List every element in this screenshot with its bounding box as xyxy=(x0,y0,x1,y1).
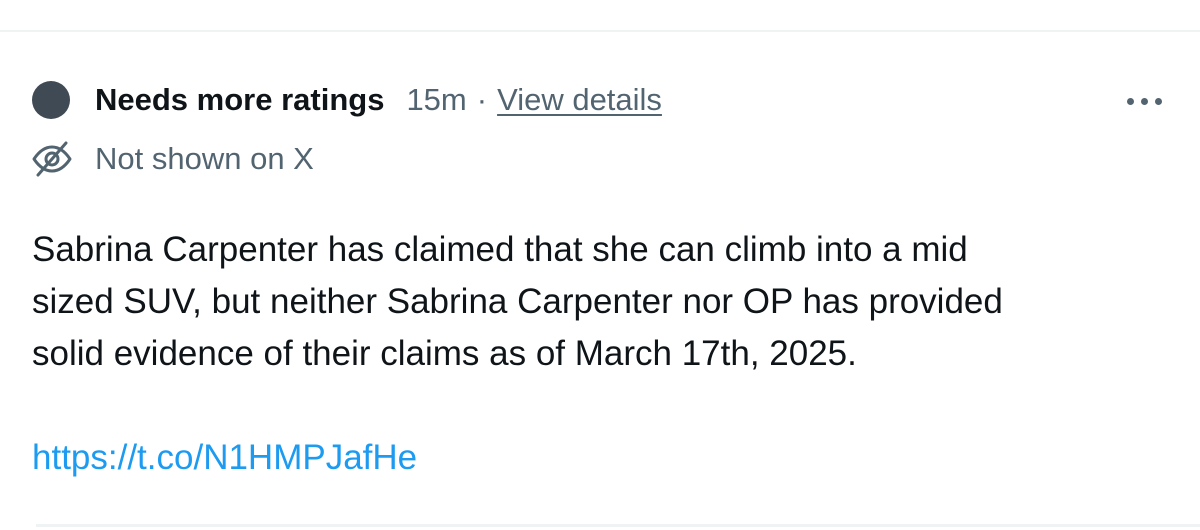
note-text-line: sized SUV, but neither Sabrina Carpenter… xyxy=(32,282,1003,321)
view-details-link[interactable]: View details xyxy=(497,82,662,118)
rating-status: Needs more ratings xyxy=(95,82,385,117)
source-link[interactable]: https://t.co/N1HMPJafHe xyxy=(32,432,417,484)
note-body: Sabrina Carpenter has claimed that she c… xyxy=(32,224,1172,380)
more-dot xyxy=(1126,97,1134,105)
timestamp: 15m xyxy=(406,82,467,117)
eye-slash-icon xyxy=(32,141,72,177)
more-options-button[interactable] xyxy=(1118,88,1170,114)
status-dot-icon xyxy=(32,81,70,119)
bottom-divider xyxy=(36,524,1200,527)
note-header: Needs more ratings 15m · View details xyxy=(95,80,662,120)
note-text-line: solid evidence of their claims as of Mar… xyxy=(32,334,857,373)
note-text-line: Sabrina Carpenter has claimed that she c… xyxy=(32,230,968,269)
more-dot xyxy=(1154,97,1162,105)
separator: · xyxy=(476,82,488,117)
top-divider xyxy=(0,30,1200,32)
community-note-card: Needs more ratings 15m · View details No… xyxy=(0,0,1200,530)
visibility-status: Not shown on X xyxy=(95,141,314,176)
more-dot xyxy=(1140,97,1148,105)
